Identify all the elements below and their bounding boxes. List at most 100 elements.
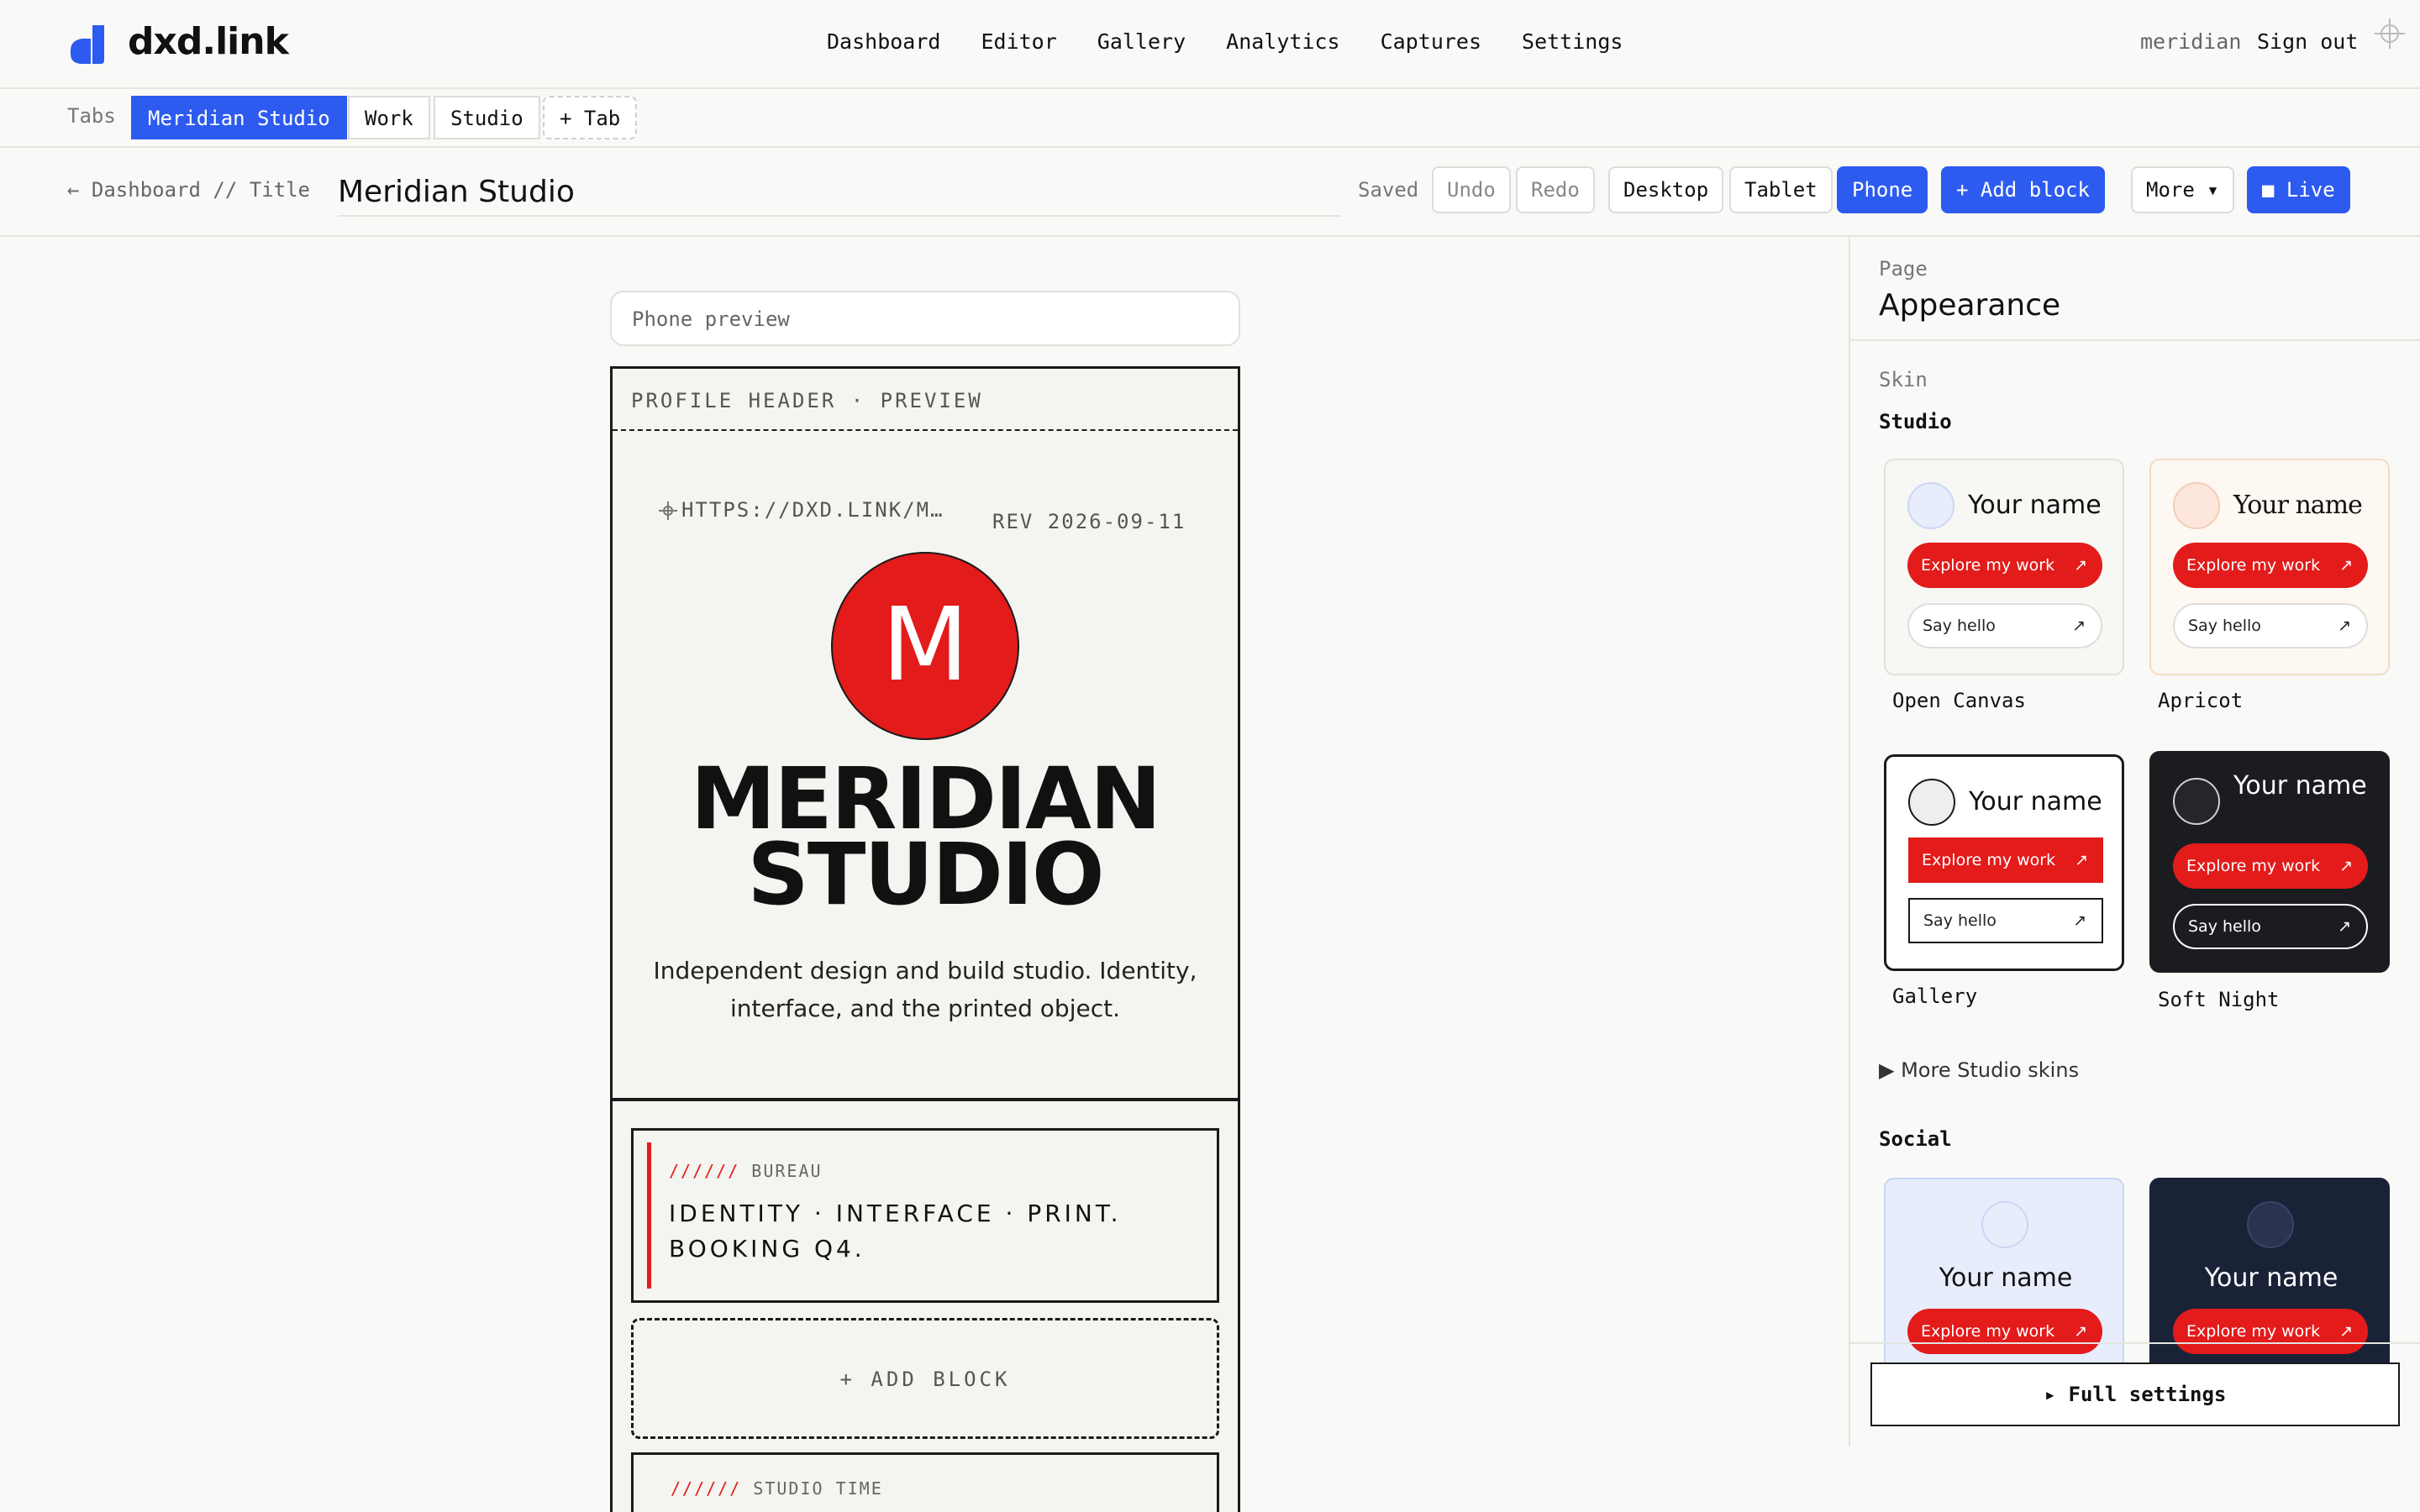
profile-bio[interactable]: Independent design and build studio. Ide… bbox=[646, 952, 1204, 1027]
block-kicker: ////// BUREAU bbox=[669, 1159, 823, 1183]
add-tab-button[interactable]: + Tab bbox=[543, 96, 638, 139]
more-menu-button[interactable]: More ▾ bbox=[2131, 166, 2234, 213]
profile-header-label: PROFILE HEADER · PREVIEW bbox=[631, 389, 983, 412]
arrow-icon: ↗ bbox=[2072, 617, 2086, 635]
page-title-input[interactable] bbox=[338, 168, 1341, 217]
sample-secondary-button: Say hello ↗ bbox=[2173, 904, 2368, 949]
avatar bbox=[2173, 778, 2220, 825]
nav-gallery[interactable]: Gallery bbox=[1097, 25, 1186, 59]
skin-card-gallery[interactable]: Your name Explore my work ↗ Say hello ↗ bbox=[1884, 754, 2124, 971]
arrow-icon: ↗ bbox=[2339, 857, 2353, 875]
appearance-panel: Page Appearance Skin Studio Your name Ex… bbox=[1849, 237, 2420, 1446]
studio-time-block[interactable]: ////// STUDIO TIME bbox=[631, 1452, 1219, 1512]
live-button[interactable]: ■ Live bbox=[2247, 166, 2350, 213]
skin-name: Open Canvas bbox=[1892, 689, 2026, 712]
skin-card-apricot[interactable]: Your name Explore my work ↗ Say hello ↗ bbox=[2149, 459, 2390, 675]
sample-name: Your name bbox=[2204, 1263, 2338, 1293]
breadcrumb[interactable]: ← Dashboard // Title bbox=[67, 175, 310, 205]
sample-primary-button: Explore my work ↗ bbox=[1907, 543, 2102, 588]
avatar bbox=[2173, 482, 2220, 529]
sample-primary-button: Explore my work ↗ bbox=[1907, 1309, 2102, 1354]
arrow-icon: ↗ bbox=[2339, 1322, 2353, 1341]
avatar bbox=[2247, 1201, 2294, 1248]
logo-icon[interactable] bbox=[67, 22, 111, 66]
nav-captures[interactable]: Captures bbox=[1381, 25, 1481, 59]
redo-button[interactable]: Redo bbox=[1516, 166, 1595, 213]
kicker-slashes: ////// bbox=[669, 1161, 740, 1181]
sample-name: Your name bbox=[1969, 787, 2102, 816]
avatar bbox=[1908, 779, 1955, 826]
add-block-button[interactable]: + Add block bbox=[1941, 166, 2105, 213]
nav-editor[interactable]: Editor bbox=[981, 25, 1056, 59]
full-settings-button[interactable]: ▸ Full settings bbox=[1870, 1362, 2400, 1426]
add-block-label: + ADD BLOCK bbox=[839, 1368, 1011, 1391]
nav-settings[interactable]: Settings bbox=[1522, 25, 1623, 59]
studio-group-label: Studio bbox=[1879, 410, 1952, 433]
social-group-label: Social bbox=[1879, 1127, 1952, 1151]
add-block-slot[interactable]: + ADD BLOCK bbox=[631, 1318, 1219, 1439]
panel-footer-divider bbox=[1849, 1342, 2420, 1344]
crosshair-icon bbox=[2375, 18, 2405, 49]
profile-name[interactable]: MERIDIAN STUDIO bbox=[613, 757, 1238, 918]
arrow-icon: ↗ bbox=[2338, 617, 2351, 635]
arrow-icon: ↗ bbox=[2338, 917, 2351, 936]
user-name: meridian bbox=[2140, 29, 2242, 54]
sample-primary-button: Explore my work ↗ bbox=[2173, 1309, 2368, 1354]
phone-preview: PROFILE HEADER · PREVIEW HTTPS://DXD.LIN… bbox=[610, 366, 1240, 1512]
arrow-icon: ↗ bbox=[2073, 911, 2086, 930]
block-accent-bar bbox=[647, 1142, 651, 1289]
header-divider bbox=[613, 1098, 1238, 1101]
sample-primary-button: Explore my work ↗ bbox=[1908, 837, 2103, 883]
tab-work[interactable]: Work bbox=[348, 96, 430, 139]
logo-text[interactable]: dxd.link bbox=[128, 18, 289, 66]
kicker-slashes: ////// bbox=[671, 1478, 742, 1499]
bureau-block[interactable]: ////// BUREAU IDENTITY · INTERFACE · PRI… bbox=[631, 1128, 1219, 1303]
arrow-icon: ↗ bbox=[2074, 1322, 2087, 1341]
avatar[interactable]: M bbox=[831, 552, 1019, 740]
arrow-icon: ↗ bbox=[2074, 556, 2087, 575]
block-text: IDENTITY · INTERFACE · PRINT. BOOKING Q4… bbox=[669, 1200, 1122, 1263]
kicker-text: BUREAU bbox=[751, 1161, 823, 1181]
preview-mode-label: Phone preview bbox=[610, 291, 1240, 346]
profile-header-bar: PROFILE HEADER · PREVIEW bbox=[613, 369, 1238, 431]
skin-name: Soft Night bbox=[2158, 988, 2280, 1011]
skin-name: Gallery bbox=[1892, 984, 1978, 1008]
tabs-label: Tabs bbox=[67, 104, 116, 128]
tab-meridian-studio[interactable]: Meridian Studio bbox=[131, 96, 347, 139]
nav-dashboard[interactable]: Dashboard bbox=[827, 25, 940, 59]
sample-primary-button: Explore my work ↗ bbox=[2173, 543, 2368, 588]
sample-secondary-button: Say hello ↗ bbox=[1907, 603, 2102, 648]
sample-name: Your name bbox=[1939, 1263, 2073, 1293]
divider bbox=[1850, 339, 2420, 341]
sample-secondary-button: Say hello ↗ bbox=[1908, 898, 2103, 943]
more-skins-toggle[interactable]: ▶ More Studio skins bbox=[1879, 1055, 2079, 1085]
skin-name: Apricot bbox=[2158, 689, 2244, 712]
sign-out-link[interactable]: Sign out bbox=[2257, 25, 2358, 59]
preview-mode-text: Phone preview bbox=[632, 307, 790, 331]
skin-section-label: Skin bbox=[1879, 368, 1928, 391]
sample-name: Your name bbox=[2233, 771, 2367, 801]
skin-card-open-canvas[interactable]: Your name Explore my work ↗ Say hello ↗ bbox=[1884, 459, 2124, 675]
desktop-view-button[interactable]: Desktop bbox=[1608, 166, 1724, 213]
panel-kicker: Page bbox=[1879, 257, 1928, 281]
sample-primary-button: Explore my work ↗ bbox=[2173, 843, 2368, 889]
avatar bbox=[1907, 482, 1954, 529]
profile-url[interactable]: HTTPS://DXD.LINK/MERIDIAN bbox=[681, 495, 950, 525]
undo-button[interactable]: Undo bbox=[1432, 166, 1511, 213]
skin-card-soft-night[interactable]: Your name Explore my work ↗ Say hello ↗ bbox=[2149, 751, 2390, 973]
block-kicker: ////// STUDIO TIME bbox=[671, 1477, 883, 1500]
sample-secondary-button: Say hello ↗ bbox=[2173, 603, 2368, 648]
main-nav: Dashboard Editor Gallery Analytics Captu… bbox=[827, 25, 1623, 59]
nav-analytics[interactable]: Analytics bbox=[1226, 25, 1339, 59]
arrow-icon: ↗ bbox=[2075, 851, 2088, 869]
tab-studio[interactable]: Studio bbox=[434, 96, 540, 139]
panel-title: Appearance bbox=[1879, 288, 2061, 323]
phone-view-button[interactable]: Phone bbox=[1837, 166, 1928, 213]
sample-name: Your name bbox=[2233, 491, 2363, 520]
avatar bbox=[1981, 1201, 2028, 1248]
kicker-text: STUDIO TIME bbox=[753, 1478, 883, 1499]
arrow-icon: ↗ bbox=[2339, 556, 2353, 575]
crosshair-icon bbox=[659, 501, 677, 520]
save-status: Saved bbox=[1358, 178, 1419, 202]
tablet-view-button[interactable]: Tablet bbox=[1729, 166, 1833, 213]
